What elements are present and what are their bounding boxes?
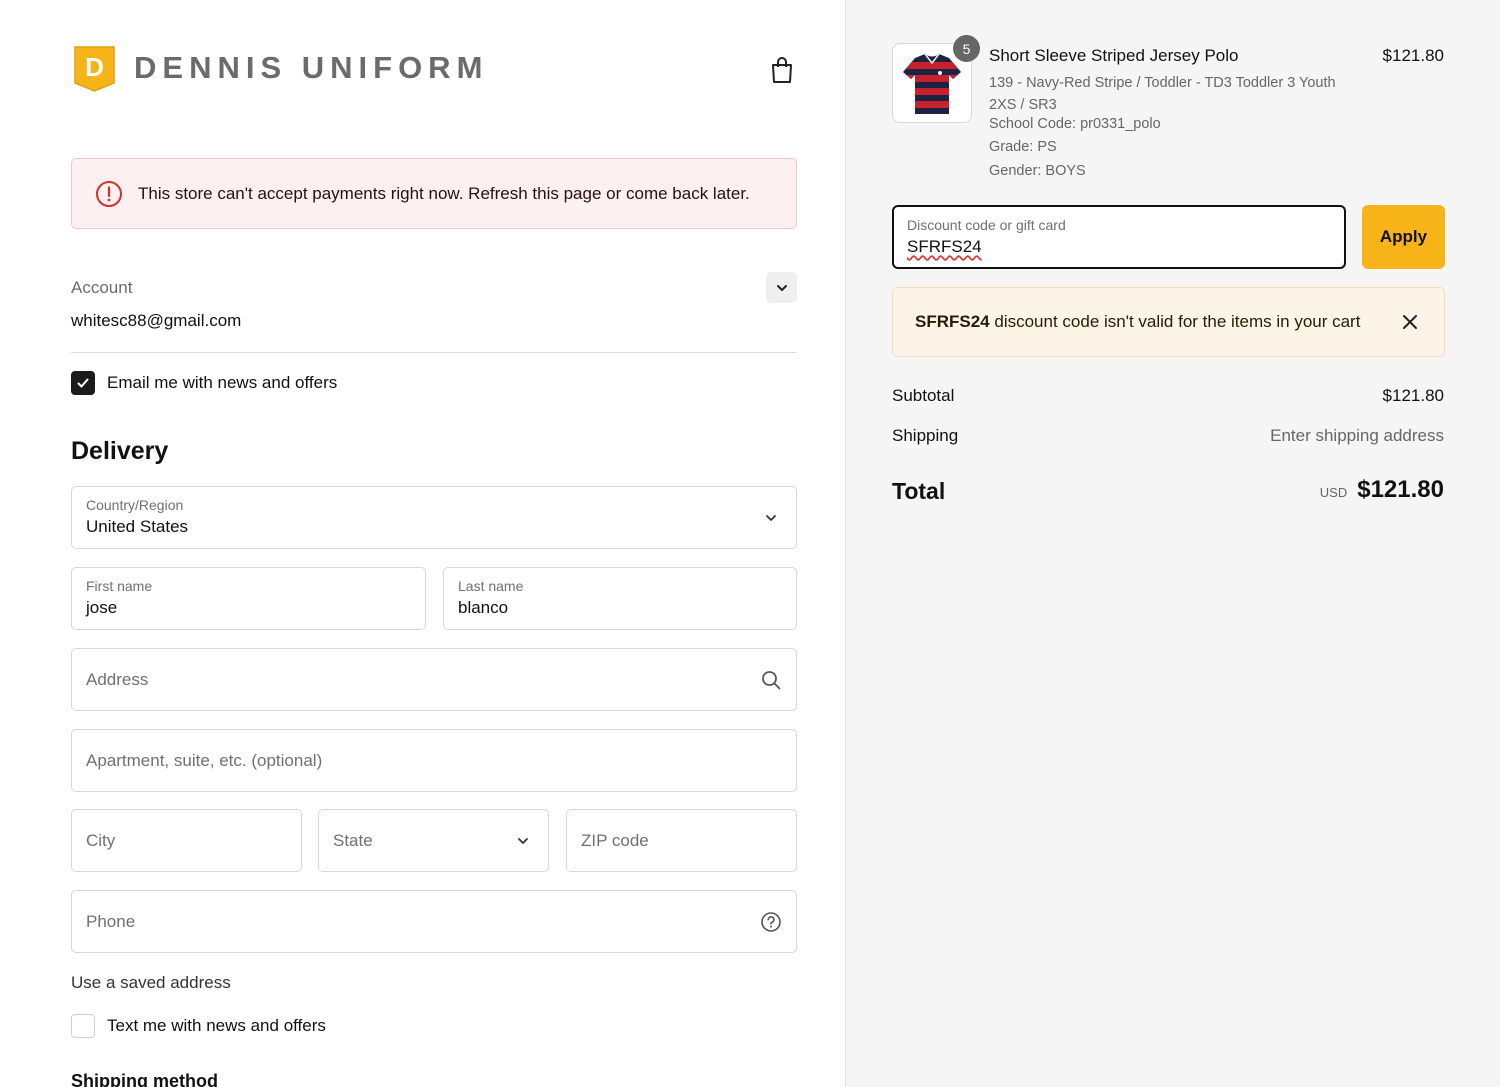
use-saved-address-link[interactable]: Use a saved address [71,973,231,993]
brand-logo[interactable]: D DENNIS UNIFORM [71,43,488,93]
payment-error-banner: This store can't accept payments right n… [71,158,797,229]
brand-name: DENNIS UNIFORM [134,50,489,85]
quantity-badge: 5 [953,35,980,62]
help-circle-icon[interactable] [760,911,782,933]
city-placeholder: City [86,830,116,850]
alert-circle-icon [96,180,122,207]
order-summary [845,0,1500,1087]
product-grade: Grade: PS [989,139,1057,155]
email-opt-in-label: Email me with news and offers [107,373,338,392]
discount-code-input[interactable]: Discount code or gift card SFRFS24 [892,205,1346,269]
first-name-field[interactable]: First name jose [71,567,426,630]
checkbox-checked[interactable] [71,371,95,395]
address-field[interactable]: Address [71,648,797,711]
state-placeholder: State [333,830,373,850]
search-icon[interactable] [760,669,782,691]
shipping-label: Shipping [892,426,959,445]
product-price: $121.80 [1382,46,1444,65]
apartment-placeholder: Apartment, suite, etc. (optional) [86,750,323,770]
total-label: Total [892,478,946,504]
payment-error-message: This store can't accept payments right n… [138,183,750,203]
country-label: Country/Region [86,497,184,513]
total-currency: USD [1319,485,1348,500]
checkmark-icon [77,378,89,388]
phone-field[interactable]: Phone [71,890,797,953]
product-gender: Gender: BOYS [989,163,1086,179]
checkbox-unchecked[interactable] [71,1014,95,1038]
country-value: United States [86,517,189,536]
last-name-field[interactable]: Last name blanco [443,567,797,630]
city-field[interactable]: City [71,809,302,872]
total-amount: USD $121.80 [1320,476,1444,504]
address-placeholder: Address [86,669,149,689]
zip-placeholder: ZIP code [581,830,649,850]
discount-label: Discount code or gift card [907,217,1066,233]
email-opt-in-checkbox[interactable]: Email me with news and offers [71,371,337,395]
last-name-label: Last name [458,578,524,594]
sms-opt-in-checkbox[interactable]: Text me with news and offers [71,1014,326,1038]
discount-warning-code: SFRFS24 [915,312,990,331]
first-name-label: First name [86,578,153,594]
country-select[interactable]: Country/Region United States [71,486,797,549]
discount-warning-text: SFRFS24 discount code isn't valid for th… [915,312,1360,332]
discount-warning-message: discount code isn't valid for the items … [989,312,1361,331]
delivery-title: Delivery [71,437,169,465]
phone-placeholder: Phone [86,911,136,931]
shipping-value: Enter shipping address [1270,426,1444,445]
discount-warning-banner: SFRFS24 discount code isn't valid for th… [892,287,1445,357]
total-value: $121.80 [1357,476,1444,503]
last-name-value: blanco [458,598,509,617]
account-toggle-button[interactable] [766,272,797,303]
subtotal-value: $121.80 [1382,386,1444,405]
first-name-value: jose [86,598,118,617]
apply-discount-button[interactable]: Apply [1362,205,1445,269]
checkout-main: D DENNIS UNIFORM This store can't accept… [0,0,845,1087]
shipping-method-title: Shipping method [71,1071,218,1087]
product-name: Short Sleeve Striped Jersey Polo [989,46,1239,65]
account-email: whitesc88@gmail.com [71,311,242,330]
svg-text:D: D [85,52,104,82]
state-select[interactable]: State [318,809,549,872]
subtotal-label: Subtotal [892,386,955,405]
product-school-code: School Code: pr0331_polo [989,116,1161,132]
zip-field[interactable]: ZIP code [566,809,797,872]
apartment-field[interactable]: Apartment, suite, etc. (optional) [71,729,797,792]
close-icon[interactable] [1398,310,1422,334]
chevron-down-icon [776,284,787,291]
product-variant: 139 - Navy-Red Stripe / Toddler - TD3 To… [989,75,1336,113]
discount-value: SFRFS24 [907,237,982,256]
logo-badge-icon: D [74,46,115,92]
shopping-bag-icon[interactable] [768,55,796,85]
divider [71,352,797,353]
chevron-down-icon [512,830,534,852]
account-label: Account [71,278,133,297]
sms-opt-in-label: Text me with news and offers [107,1016,326,1035]
chevron-down-icon [760,507,782,529]
